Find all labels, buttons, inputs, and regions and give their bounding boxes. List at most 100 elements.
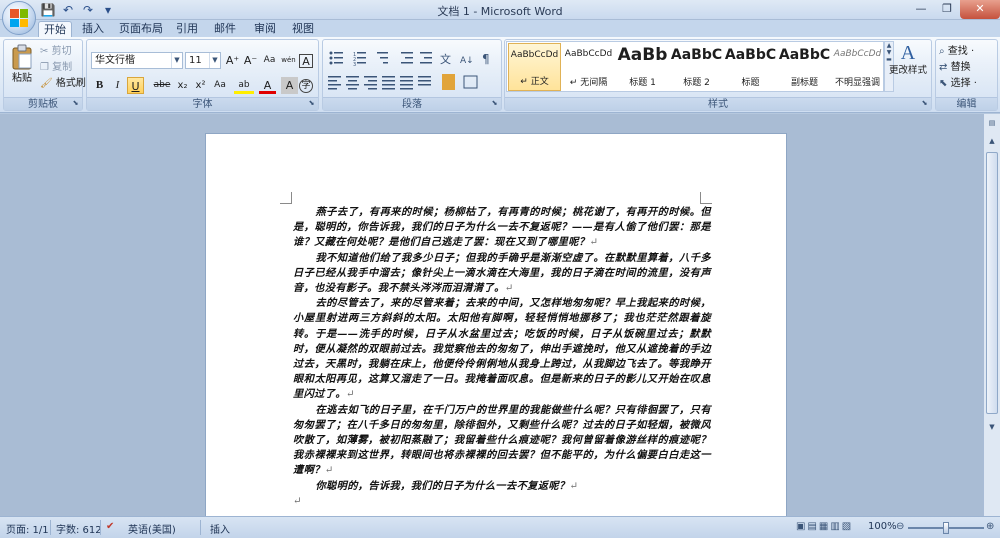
paragraph-mark: ↵ [504, 283, 514, 295]
tab-insert[interactable]: 插入 [78, 21, 108, 37]
strikethrough-button[interactable]: abe [151, 77, 173, 94]
shrink-font-button[interactable]: A⁻ [242, 52, 259, 69]
paste-button[interactable]: 粘贴 [9, 44, 35, 88]
page-count[interactable]: 页面: 1/1 [6, 521, 49, 536]
style-heading-2[interactable]: AaBbC 标题 2 [670, 43, 723, 91]
change-styles-icon: A [900, 42, 916, 64]
divider [100, 520, 101, 535]
superscript-button[interactable]: x² [192, 77, 209, 94]
paragraph-mark: ↵ [293, 495, 302, 507]
scroll-down-icon[interactable]: ▼ [986, 420, 998, 434]
style-sample: AaBbCcDd [510, 50, 559, 60]
style-no-spacing[interactable]: AaBbCcDd ↵ 无间隔 [562, 43, 615, 91]
change-case-button[interactable]: Aa [210, 77, 230, 94]
document-body[interactable]: 燕子去了，有再来的时候；杨柳枯了，有再青的时候；桃花谢了，有再开的时候。但是，聪… [293, 205, 711, 509]
style-subtle-emphasis[interactable]: AaBbCcDd 不明显强调 [831, 43, 884, 91]
replace-button[interactable]: ⇄ 替换 [939, 59, 971, 76]
divider [50, 520, 51, 535]
tab-home[interactable]: 开始 [38, 21, 72, 37]
window-controls: — ❐ ✕ [908, 0, 1000, 19]
language-indicator[interactable]: 英语(美国) [128, 521, 176, 536]
style-gallery: AaBbCcDd ↵ 正文 AaBbCcDd ↵ 无间隔 AaBb 标题 1 A… [506, 41, 884, 92]
underline-button[interactable]: U [127, 77, 144, 94]
clear-format-button[interactable]: Aa [261, 52, 278, 69]
chevron-down-icon: ▼ [209, 53, 220, 68]
view-buttons-icon[interactable]: ▣▤▦▥▧ [796, 521, 853, 532]
clipboard-launcher-icon[interactable]: ⬊ [71, 99, 80, 108]
maximize-button[interactable]: ❐ [934, 0, 960, 19]
paragraph: 你聪明的，告诉我，我们的日子为什么一去不复返呢？↵ [293, 479, 711, 494]
tab-references[interactable]: 引用 [172, 21, 202, 37]
tab-mailings[interactable]: 邮件 [210, 21, 240, 37]
style-heading-1[interactable]: AaBb 标题 1 [616, 43, 669, 91]
replace-label: 替换 [950, 62, 971, 73]
chevron-down-icon: ▼ [171, 53, 182, 68]
editing-group-label: 编辑 [936, 97, 997, 110]
paste-icon [12, 44, 32, 70]
proofing-icon[interactable]: ✔ [106, 521, 114, 532]
find-button[interactable]: ⌕ 查找 · [939, 43, 974, 60]
brush-icon: 🖌 [40, 78, 53, 89]
phonetic-guide-button[interactable]: wén [280, 52, 297, 69]
word-count[interactable]: 字数: 612 [56, 521, 102, 536]
style-subtitle[interactable]: AaBbC 副标题 [778, 43, 831, 91]
change-styles-button[interactable]: A 更改样式 [888, 41, 928, 89]
cursor-icon: ⬉ [939, 78, 948, 89]
paragraph-mark: ↵ [569, 480, 579, 492]
style-name: ↵ 正文 [520, 77, 549, 87]
font-name-value: 华文行楷 [95, 55, 135, 66]
tab-page-layout[interactable]: 页面布局 [116, 21, 166, 37]
bold-button[interactable]: B [91, 77, 108, 94]
ruler-toggle-icon[interactable]: ▤ [986, 116, 998, 130]
minimize-button[interactable]: — [908, 0, 934, 19]
copy-button[interactable]: ❐ 复制 [40, 59, 72, 76]
format-painter-button[interactable]: 🖌 格式刷 [40, 75, 86, 92]
find-label: 查找 · [947, 46, 975, 57]
insert-mode[interactable]: 插入 [210, 521, 230, 536]
cut-button[interactable]: ✂ 剪切 [40, 43, 72, 60]
style-name: 副标题 [790, 78, 818, 88]
styles-launcher-icon[interactable]: ⬊ [920, 99, 929, 108]
style-name: 标题 2 [683, 78, 710, 88]
tab-review[interactable]: 审阅 [250, 21, 280, 37]
paragraph-text: 燕子去了，有再来的时候；杨柳枯了，有再青的时候；桃花谢了，有再开的时候。但是，聪… [293, 206, 711, 249]
highlight-button[interactable]: ab [234, 77, 254, 94]
paragraph: 去的尽管去了，来的尽管来着；去来的中间，又怎样地匆匆呢？早上我起来的时候，小屋里… [293, 296, 711, 402]
paragraph-group: 1 2 3 文 A↓ ¶ 段落 ⬊ [322, 39, 502, 111]
zoom-out-icon[interactable]: ⊖ [896, 521, 904, 532]
style-sample: AaBbC [778, 47, 831, 63]
paragraph-text: 去的尽管去了，来的尽管来着；去来的中间，又怎样地匆匆呢？早上我起来的时候，小屋里… [293, 297, 711, 401]
font-name-combo[interactable]: 华文行楷 ▼ [91, 52, 183, 69]
italic-button[interactable]: I [109, 77, 126, 94]
paragraph-launcher-icon[interactable]: ⬊ [490, 99, 499, 108]
subscript-button[interactable]: x₂ [174, 77, 191, 94]
style-title[interactable]: AaBbC 标题 [724, 43, 777, 91]
office-logo-icon [10, 9, 28, 27]
char-shading-button[interactable]: A [281, 77, 298, 94]
divider [200, 520, 201, 535]
office-button[interactable] [2, 1, 36, 35]
zoom-slider-handle[interactable] [943, 522, 949, 534]
style-name: 标题 [741, 78, 760, 88]
styles-group-label: 样式 [505, 97, 931, 110]
font-color-button[interactable]: A [259, 77, 276, 94]
zoom-level[interactable]: 100% [868, 521, 897, 532]
margin-corner [700, 192, 712, 204]
font-size-combo[interactable]: 11 ▼ [185, 52, 221, 69]
grow-font-button[interactable]: A⁺ [224, 52, 241, 69]
style-sample: AaBbCcDd [833, 49, 882, 59]
document-page[interactable]: 燕子去了，有再来的时候；杨柳枯了，有再青的时候；桃花谢了，有再开的时候。但是，聪… [205, 133, 787, 523]
scroll-thumb[interactable] [986, 152, 998, 414]
style-name: 标题 1 [629, 78, 656, 88]
paragraph-mark: ↵ [345, 389, 355, 401]
close-button[interactable]: ✕ [960, 0, 1000, 19]
font-launcher-icon[interactable]: ⬊ [307, 99, 316, 108]
select-button[interactable]: ⬉ 选择 · [939, 75, 977, 92]
tab-view[interactable]: 视图 [288, 21, 318, 37]
char-border-button[interactable]: A [299, 54, 313, 68]
zoom-in-icon[interactable]: ⊕ [986, 521, 994, 532]
vertical-scrollbar[interactable]: ▤ ▲ ▼ [983, 114, 1000, 516]
enclose-char-button[interactable]: 字 [299, 79, 313, 93]
scroll-up-icon[interactable]: ▲ [986, 134, 998, 148]
style-normal[interactable]: AaBbCcDd ↵ 正文 [508, 43, 561, 91]
